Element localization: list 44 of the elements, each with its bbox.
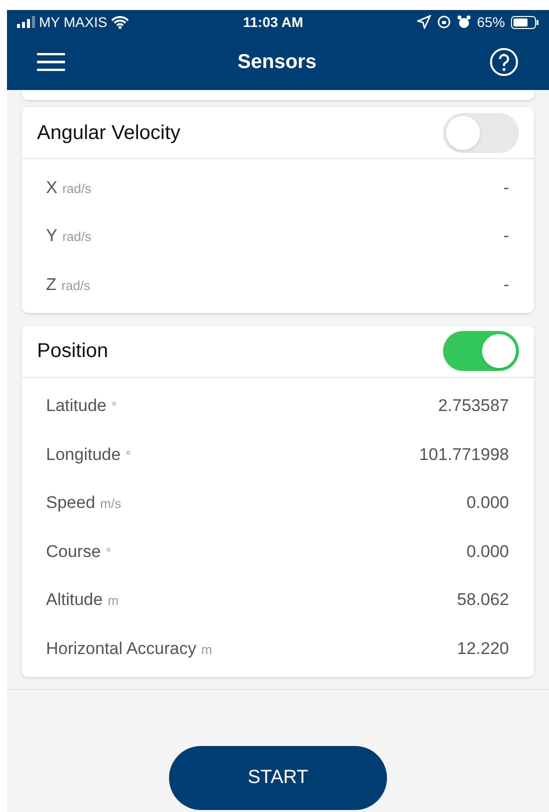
unit-label: rad/s: [62, 180, 92, 198]
reading-label: Course: [46, 540, 101, 562]
reading-label: Longitude: [46, 444, 121, 466]
unit-label: m: [108, 592, 119, 610]
unit-label: m: [201, 640, 212, 658]
reading-label: Altitude: [46, 589, 103, 611]
menu-icon[interactable]: [37, 53, 65, 71]
signal-icon: [17, 16, 35, 28]
reading-label: Y: [46, 225, 58, 247]
reading-value: 0.000: [466, 540, 509, 562]
reading-value: 12.220: [457, 638, 509, 660]
battery-percent: 65%: [476, 12, 505, 32]
section-title: Position: [37, 339, 108, 364]
toggle-switch[interactable]: [443, 331, 519, 371]
reading-value: 2.753587: [438, 395, 509, 417]
section-title: Angular Velocity: [37, 120, 180, 146]
reading-value: 0.000: [466, 492, 509, 514]
unit-label: °: [106, 544, 112, 562]
unit-label: rad/s: [62, 228, 92, 246]
reading-label: Latitude: [46, 395, 106, 417]
location-arrow-icon: [416, 15, 431, 29]
unit-label: m/s: [100, 495, 122, 513]
reading-value: -: [503, 274, 509, 296]
reading-label: Speed: [46, 492, 96, 514]
reading-value: -: [503, 225, 509, 247]
rotation-lock-icon: [436, 15, 451, 29]
unit-label: °: [112, 398, 117, 416]
alarm-icon: [456, 15, 471, 29]
toggle-switch[interactable]: [443, 112, 519, 152]
clock-time: 11:03 AM: [242, 12, 304, 32]
reading-label: Horizontal Accuracy: [46, 638, 196, 660]
help-icon[interactable]: [489, 47, 519, 77]
unit-label: rad/s: [61, 276, 90, 294]
reading-label: X: [46, 176, 58, 198]
reading-label: Z: [46, 274, 56, 296]
reading-value: -: [503, 176, 509, 198]
page-title: Sensors: [238, 50, 316, 75]
reading-value: 58.062: [457, 589, 509, 611]
battery-icon: [510, 16, 539, 28]
start-button[interactable]: START: [169, 746, 387, 810]
reading-value: 101.771998: [419, 444, 509, 466]
wifi-icon: [111, 16, 130, 28]
unit-label: °: [126, 446, 131, 464]
carrier-name: MY MAXIS: [39, 12, 108, 32]
